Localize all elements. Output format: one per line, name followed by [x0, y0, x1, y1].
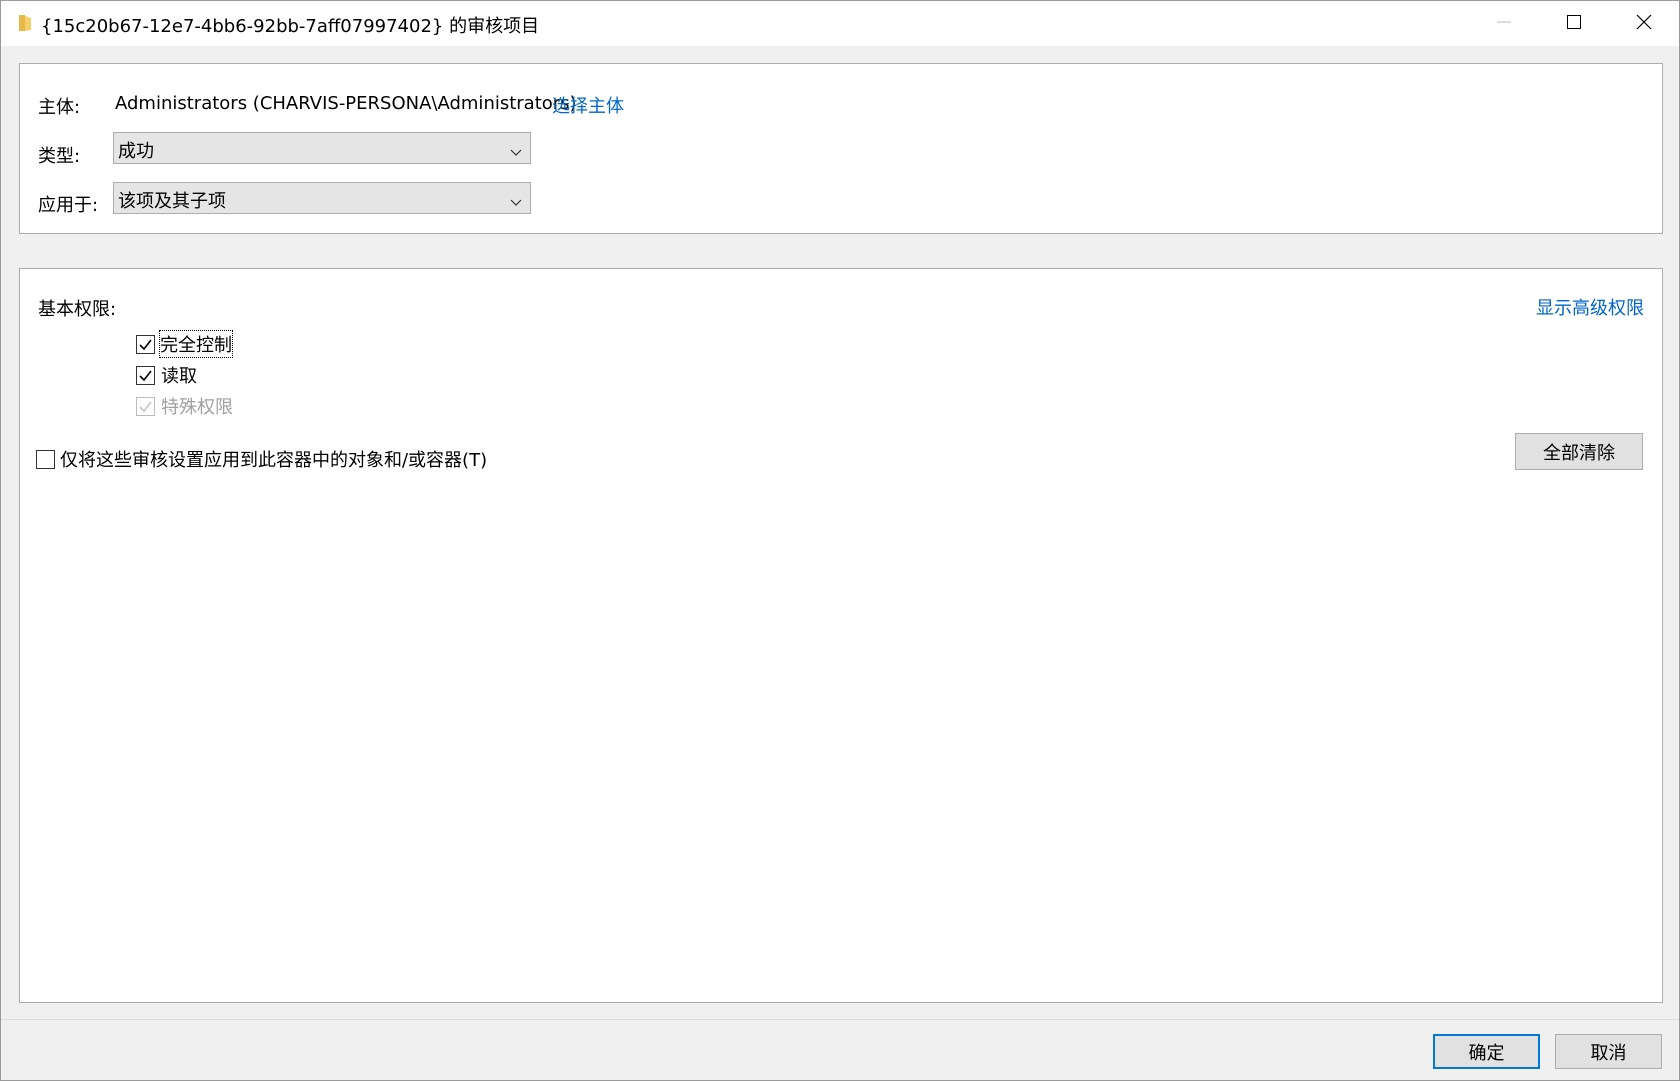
special-permissions-checkbox: [136, 397, 155, 416]
chevron-down-icon: [510, 142, 522, 161]
read-label[interactable]: 读取: [161, 362, 197, 388]
clear-all-button[interactable]: 全部清除: [1515, 433, 1643, 470]
type-dropdown[interactable]: 成功: [113, 132, 531, 164]
applies-to-dropdown[interactable]: 该项及其子项: [113, 182, 531, 214]
title-bar[interactable]: {15c20b67-12e7-4bb6-92bb-7aff07997402} 的…: [1, 1, 1679, 46]
folder-icon: [17, 13, 33, 33]
maximize-button[interactable]: [1539, 1, 1609, 46]
apply-only-to-container-label[interactable]: 仅将这些审核设置应用到此容器中的对象和/或容器(T): [60, 446, 487, 472]
select-principal-link[interactable]: 选择主体: [552, 92, 624, 118]
read-checkbox[interactable]: [136, 366, 155, 385]
ok-button[interactable]: 确定: [1433, 1034, 1540, 1069]
close-button[interactable]: [1609, 1, 1679, 46]
window-title: {15c20b67-12e7-4bb6-92bb-7aff07997402} 的…: [41, 16, 540, 37]
maximize-icon: [1567, 14, 1581, 33]
audit-entry-dialog: {15c20b67-12e7-4bb6-92bb-7aff07997402} 的…: [0, 0, 1680, 1081]
principal-label: 主体:: [38, 97, 81, 118]
special-permissions-label: 特殊权限: [161, 397, 233, 418]
applies-to-dropdown-value: 该项及其子项: [118, 191, 226, 212]
applies-to-label: 应用于:: [38, 195, 99, 216]
show-advanced-permissions-link[interactable]: 显示高级权限: [1536, 294, 1644, 320]
type-dropdown-value: 成功: [118, 141, 154, 162]
full-control-label[interactable]: 完全控制: [159, 330, 233, 358]
chevron-down-icon: [510, 192, 522, 211]
permissions-panel: 基本权限: 显示高级权限 完全控制 读取 特殊权限 仅将这些审核设置应用到此容器…: [19, 268, 1663, 1003]
basic-permissions-heading: 基本权限:: [38, 299, 117, 320]
cancel-button[interactable]: 取消: [1555, 1034, 1662, 1069]
close-icon: [1636, 14, 1652, 34]
principal-value: Administrators (CHARVIS-PERSONA\Administ…: [115, 93, 577, 114]
footer-divider: [1, 1019, 1679, 1020]
minimize-button[interactable]: [1469, 1, 1539, 46]
type-label: 类型:: [38, 146, 81, 167]
principal-settings-panel: 主体: Administrators (CHARVIS-PERSONA\Admi…: [19, 63, 1663, 234]
full-control-checkbox[interactable]: [136, 335, 155, 354]
apply-only-to-container-checkbox[interactable]: [36, 450, 55, 469]
minimize-icon: [1497, 14, 1511, 33]
